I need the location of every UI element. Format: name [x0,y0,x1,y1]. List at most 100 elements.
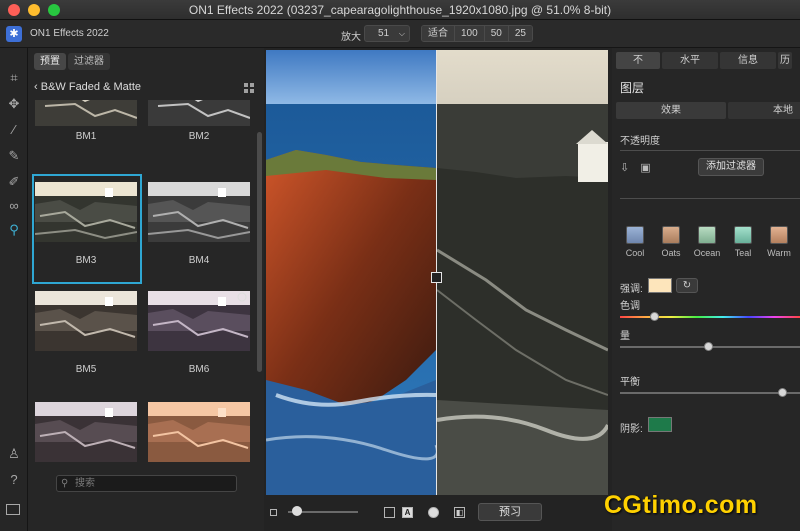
preset-thumb[interactable]: BM4 [145,182,253,266]
minimize-window-button[interactable] [28,4,40,16]
site-watermark: CGtimo.com [604,491,758,519]
tab-local[interactable]: 本地 [728,102,800,119]
crop-tool-icon[interactable]: ⌗ [6,70,22,86]
opacity-slider[interactable] [620,150,800,151]
mask-circle-icon[interactable] [428,507,439,518]
preview-button[interactable]: 预习 [478,503,542,521]
tint-label: 强调: [620,284,643,295]
tab-presets[interactable]: 预置 [34,53,66,70]
retouch-tool-icon[interactable]: ∞ [6,198,22,214]
compare-square-icon[interactable] [384,507,395,518]
tone-label: Teal [734,248,752,258]
tone-preset-warm[interactable]: Warm [764,226,794,258]
preset-preview-image [35,182,137,242]
tone-label: Oats [661,248,681,258]
tab-no[interactable]: 不 [616,52,660,69]
camera-icon[interactable]: ▣ [640,162,650,174]
tab-filters[interactable]: 过滤器 [68,53,110,70]
preset-thumb[interactable] [145,402,253,467]
browser-scrollbar[interactable] [257,132,262,372]
tone-swatch [734,226,752,244]
zoom-select[interactable]: 51 ⌵ [364,25,410,42]
preset-thumb[interactable]: BM2 [145,100,253,142]
tab-history[interactable]: 历 [778,52,792,69]
top-toolbar: ✱ ON1 Effects 2022 放大 51 ⌵ 适合 100 50 25 [0,20,800,48]
balance-label: 平衡 [620,377,640,388]
account-icon[interactable]: ♙ [6,446,22,462]
zoom-value: 51 [378,28,390,39]
move-tool-icon[interactable]: ✥ [6,96,22,112]
split-view-icon[interactable]: ◧ [454,507,465,518]
import-icon[interactable]: ⇩ [620,162,629,174]
amount-slider-knob[interactable] [704,342,713,351]
preset-preview-image [148,100,250,126]
preset-browser: 预置 过滤器 ‹ B&W Faded & Matte BM1 BM2 BM3 B… [28,48,264,531]
tone-preset-teal[interactable]: Teal [728,226,758,258]
chevron-left-icon: ‹ [34,81,41,93]
preset-name: BM2 [188,131,210,142]
hue-slider[interactable] [620,312,800,321]
preset-name: BM4 [188,255,210,266]
amount-slider[interactable] [620,342,800,351]
preset-thumb[interactable]: BM1 [32,100,140,142]
grid-view-icon[interactable] [244,83,254,93]
tint-color-swatch[interactable] [648,278,672,293]
masking-brush-icon[interactable]: ✎ [6,148,22,164]
help-icon[interactable]: ? [6,472,22,488]
tone-label: Cool [625,248,645,258]
tool-strip: ⌗ ✥ ⁄ ✎ ✐ ∞ ⚲ ♙ ? [0,48,28,531]
zoom-tool-icon[interactable]: ⚲ [6,222,22,238]
window-controls [8,4,60,16]
search-placeholder: 搜索 [75,478,95,489]
preset-thumb[interactable]: BM6 [145,291,253,375]
balance-slider[interactable] [620,388,800,397]
zoom-50-button[interactable]: 50 [484,26,509,41]
split-handle[interactable] [431,272,442,283]
tab-info[interactable]: 信息 [720,52,776,69]
preset-thumbnails: BM1 BM2 BM3 BM4 BM5 BM6 [32,100,258,510]
fit-button[interactable]: 适合 [422,26,455,41]
tone-preset-oats[interactable]: Oats [656,226,686,258]
tone-preset-cool[interactable]: Cool [620,226,650,258]
zoom-window-button[interactable] [48,4,60,16]
preset-thumb[interactable] [32,402,140,467]
tone-swatch [698,226,716,244]
image-canvas[interactable] [266,50,608,495]
tone-label: Warm [767,248,791,258]
panel-toggle-icon[interactable] [6,504,20,515]
right-panel-tabs: 不 水平 信息 历 [616,52,792,69]
preset-thumb-selected[interactable]: BM3 [32,174,142,284]
preset-preview-image [148,402,250,462]
effects-subtabs: 效果 本地 [616,102,800,119]
shadow-color-swatch[interactable] [648,417,672,432]
brush-tool-icon[interactable]: ⁄ [6,122,22,138]
tone-preset-ocean[interactable]: Ocean [692,226,722,258]
close-window-button[interactable] [8,4,20,16]
tab-level[interactable]: 水平 [662,52,718,69]
preset-preview-image [35,402,137,462]
refresh-icon[interactable]: ↻ [676,278,698,293]
balance-slider-knob[interactable] [778,388,787,397]
app-name: ON1 Effects 2022 [30,28,109,39]
amount-label: 量 [620,331,630,342]
add-filter-button[interactable]: 添加过滤器 [698,158,764,176]
tone-label: Ocean [693,248,721,258]
text-overlay-icon[interactable]: A [402,507,413,518]
app-window: ON1 Effects 2022 (03237_capearagolightho… [0,0,800,531]
shadow-label: 阴影: [620,424,643,435]
brush-size-knob[interactable] [292,506,302,516]
category-breadcrumb[interactable]: ‹ B&W Faded & Matte [34,81,141,93]
category-title: B&W Faded & Matte [40,81,141,93]
adjustments-panel: 不 水平 信息 历 图层 效果 本地 不透明度 ⇩ ▣ 添加过滤器 Cool O… [612,48,800,531]
preset-search-input[interactable]: ⚲ 搜索 [56,475,237,492]
zoom-25-button[interactable]: 25 [508,26,532,41]
small-thumb-icon[interactable] [270,509,277,516]
refine-brush-icon[interactable]: ✐ [6,174,22,190]
layer-tools: ⇩ ▣ [620,161,651,174]
preset-thumb[interactable]: BM5 [32,291,140,375]
title-bar: ON1 Effects 2022 (03237_capearagolightho… [0,0,800,20]
zoom-100-button[interactable]: 100 [455,26,485,41]
preset-name: BM5 [75,364,97,375]
tab-effects[interactable]: 效果 [616,102,726,119]
hue-slider-knob[interactable] [650,312,659,321]
